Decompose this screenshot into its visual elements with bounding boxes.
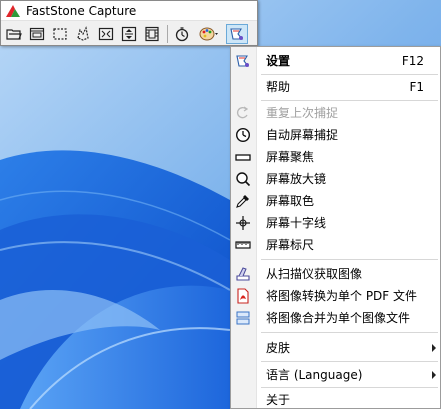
tool-row: [1, 21, 257, 46]
menu-item-shortcut: F12: [401, 53, 424, 68]
capture-video-icon[interactable]: [142, 24, 162, 44]
color-picker-icon: [234, 192, 252, 210]
menu-separator: [261, 74, 438, 75]
menu-item-label: 屏幕十字线: [266, 216, 327, 230]
capture-rectangle-icon[interactable]: [50, 24, 70, 44]
menu-item-label: 屏幕放大镜: [266, 172, 327, 186]
menu-separator: [261, 100, 438, 101]
capture-fullscreen-icon[interactable]: [96, 24, 116, 44]
menu-item-label: 关于: [266, 393, 291, 407]
pdf-icon: [234, 287, 252, 305]
menu-item-label: 将图像转换为单个 PDF 文件: [266, 289, 418, 303]
menu-item-skin[interactable]: 皮肤: [231, 337, 440, 358]
capture-scrolling-icon[interactable]: [119, 24, 139, 44]
menu-item-label: 屏幕标尺: [266, 238, 315, 252]
menu-item-label: 设置: [266, 54, 291, 68]
menu-separator: [261, 361, 438, 362]
menu-item-magnifier[interactable]: 屏幕放大镜: [231, 168, 440, 189]
menu-item-label: 重复上次捕捉: [266, 106, 339, 120]
capture-toolbar-window: FastStone Capture: [0, 0, 258, 46]
crosshair-icon: [234, 214, 252, 232]
menu-item-label: 皮肤: [266, 341, 291, 355]
menu-item-screen-focus[interactable]: 屏幕聚焦: [231, 146, 440, 167]
menu-item-color-picker[interactable]: 屏幕取色: [231, 190, 440, 211]
timer-icon[interactable]: [172, 24, 192, 44]
menu-item-label: 屏幕聚焦: [266, 150, 315, 164]
menu-item-convert-pdf[interactable]: 将图像转换为单个 PDF 文件: [231, 285, 440, 306]
menu-item-crosshair[interactable]: 屏幕十字线: [231, 212, 440, 233]
menu-item-label: 帮助: [266, 80, 291, 94]
repeat-capture-icon: [234, 104, 252, 122]
window-title: FastStone Capture: [26, 3, 137, 18]
menu-separator: [261, 259, 438, 260]
submenu-arrow-icon: [432, 344, 436, 352]
menu-item-help[interactable]: 帮助 F1: [231, 76, 440, 97]
main-context-menu: 设置 F12 帮助 F1 重复上次捕捉 自动屏幕捕捉 屏幕聚焦 屏幕放大镜 屏幕…: [230, 46, 441, 409]
focus-bar-icon: [234, 148, 252, 166]
menu-item-label: 语言 (Language): [266, 368, 363, 382]
output-palette-icon[interactable]: [195, 24, 223, 44]
open-folder-icon[interactable]: [4, 24, 24, 44]
capture-window-icon[interactable]: [27, 24, 47, 44]
menu-item-combine-images[interactable]: 将图像合并为单个图像文件: [231, 307, 440, 328]
menu-item-ruler[interactable]: 屏幕标尺: [231, 234, 440, 255]
menu-item-auto-capture[interactable]: 自动屏幕捕捉: [231, 124, 440, 145]
toolbar-separator: [167, 24, 168, 43]
main-menu-icon[interactable]: [226, 23, 248, 44]
menu-separator: [261, 387, 438, 388]
clock-icon: [234, 126, 252, 144]
submenu-arrow-icon: [432, 371, 436, 379]
menu-item-label: 将图像合并为单个图像文件: [266, 311, 411, 325]
menu-item-label: 从扫描仪获取图像: [266, 267, 363, 281]
settings-icon: [234, 52, 252, 70]
menu-item-language[interactable]: 语言 (Language): [231, 364, 440, 385]
menu-item-scanner[interactable]: 从扫描仪获取图像: [231, 263, 440, 284]
menu-item-repeat-last-capture: 重复上次捕捉: [231, 102, 440, 123]
menu-separator: [261, 332, 438, 333]
ruler-icon: [234, 236, 252, 254]
menu-item-settings[interactable]: 设置 F12: [231, 50, 440, 71]
title-bar[interactable]: FastStone Capture: [1, 1, 257, 21]
app-logo-icon: [6, 4, 20, 17]
menu-item-shortcut: F1: [409, 79, 424, 94]
scanner-icon: [234, 265, 252, 283]
capture-freehand-icon[interactable]: [73, 24, 93, 44]
magnifier-icon: [234, 170, 252, 188]
menu-item-label: 屏幕取色: [266, 194, 315, 208]
menu-item-about[interactable]: 关于: [231, 389, 440, 409]
combine-images-icon: [234, 309, 252, 327]
menu-item-label: 自动屏幕捕捉: [266, 128, 339, 142]
